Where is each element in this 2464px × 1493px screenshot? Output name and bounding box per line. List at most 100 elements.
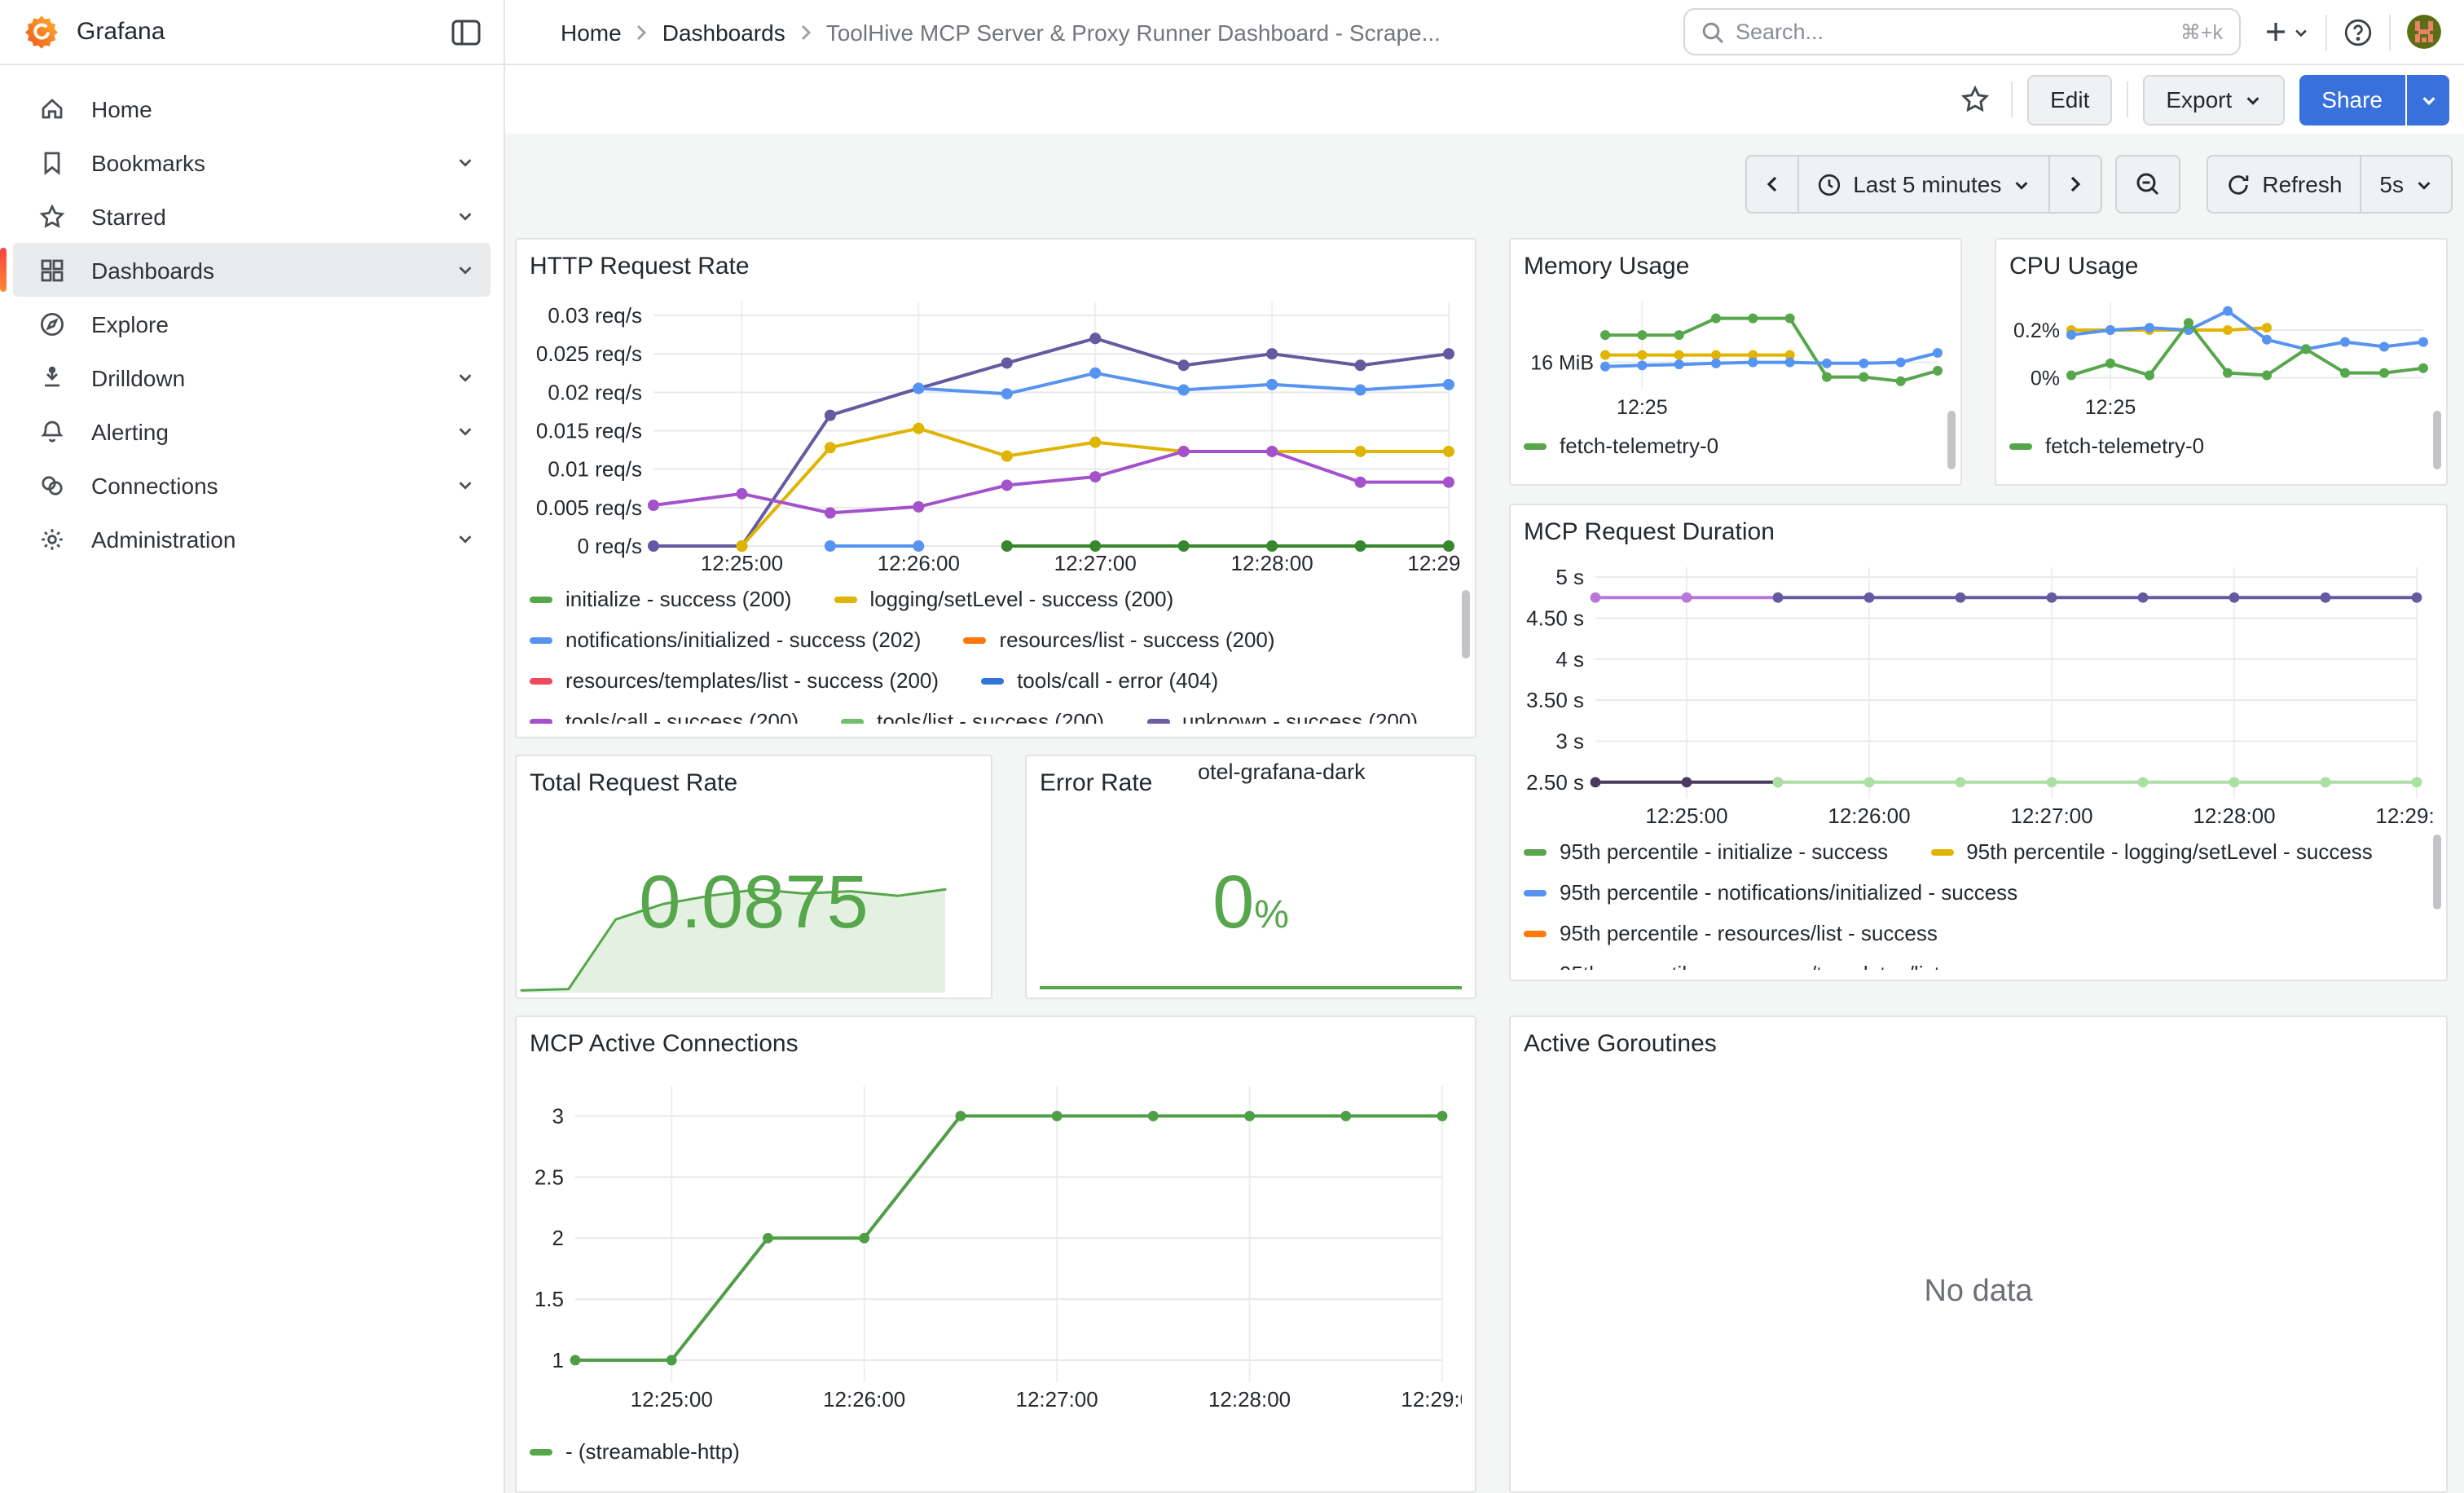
legend-item[interactable]: resources/list - success (200) <box>963 628 1274 652</box>
legend-swatch <box>530 1448 552 1455</box>
sidebar-item-explore[interactable]: Explore <box>13 297 491 350</box>
user-avatar[interactable] <box>2407 15 2441 49</box>
grafana-logo[interactable] <box>24 15 59 49</box>
panel-title[interactable]: Total Request Rate <box>530 769 978 808</box>
svg-text:12:25:00: 12:25:00 <box>1645 804 1727 828</box>
chevron-down-icon[interactable] <box>456 153 474 171</box>
chevron-down-icon <box>2419 90 2437 108</box>
legend-item[interactable]: fetch-telemetry-0 <box>2009 434 2204 458</box>
refresh-button[interactable]: Refresh <box>2208 156 2361 212</box>
legend-item[interactable]: logging/setLevel - success (200) <box>834 587 1173 611</box>
breadcrumb-dashboards[interactable]: Dashboards <box>662 19 785 45</box>
scrollbar-thumb[interactable] <box>2433 835 2441 909</box>
sidebar-item-starred[interactable]: Starred <box>13 189 491 243</box>
legend-item[interactable]: 95th percentile - logging/setLevel - suc… <box>1930 839 2373 864</box>
share-dropdown-button[interactable] <box>2407 74 2449 125</box>
compass-icon <box>39 310 65 337</box>
scrollbar-thumb[interactable] <box>1947 411 1956 469</box>
zoom-out-button[interactable] <box>2117 156 2179 212</box>
legend-label: unknown - success (200) <box>1182 709 1418 724</box>
nav-icons <box>2241 14 2464 50</box>
panel-title[interactable]: Active Goroutines <box>1524 1030 2433 1069</box>
search-input[interactable]: Search... ⌘+k <box>1683 8 2241 55</box>
chevron-down-icon[interactable] <box>456 207 474 225</box>
svg-text:12:29:00: 12:29:00 <box>2375 804 2433 828</box>
legend-item[interactable]: resources/templates/list - success (200) <box>530 668 939 693</box>
refresh-interval-dropdown[interactable]: 5s <box>2361 156 2451 212</box>
favorite-star-button[interactable] <box>1954 78 1996 121</box>
legend-item[interactable]: notifications/initialized - success (202… <box>530 628 921 652</box>
breadcrumb-home[interactable]: Home <box>561 19 622 45</box>
chevron-down-icon[interactable] <box>456 530 474 548</box>
sidebar-item-label: Administration <box>91 526 456 552</box>
scrollbar-thumb[interactable] <box>2433 411 2441 469</box>
chevron-down-icon[interactable] <box>456 422 474 440</box>
svg-text:3 s: 3 s <box>1555 729 1584 754</box>
http-request-rate-chart[interactable]: 0 req/s0.005 req/s0.01 req/s0.015 req/s0… <box>530 292 1462 579</box>
chevron-down-icon[interactable] <box>456 261 474 279</box>
panel-title[interactable]: MCP Request Duration <box>1524 518 2433 557</box>
add-button[interactable] <box>2264 20 2309 44</box>
mcp-request-duration-chart[interactable]: 2.50 s3 s3.50 s4 s4.50 s5 s12:25:0012:26… <box>1524 557 2433 831</box>
stat-unit: % <box>1254 893 1289 937</box>
sidebar-item-home[interactable]: Home <box>13 81 491 135</box>
sidebar-item-administration[interactable]: Administration <box>13 512 491 566</box>
svg-text:12:27:00: 12:27:00 <box>2010 804 2092 828</box>
svg-text:12:25:00: 12:25:00 <box>631 1387 713 1412</box>
help-button[interactable] <box>2343 17 2373 46</box>
legend-item[interactable]: 95th percentile - initialize - success <box>1524 839 1888 864</box>
sidebar-item-label: Explore <box>91 310 474 337</box>
stat-number: 0 <box>1212 859 1254 944</box>
legend-label: logging/setLevel - success (200) <box>869 587 1173 611</box>
legend-item[interactable]: 95th percentile - notifications/initiali… <box>1524 880 2017 905</box>
dock-menu-icon[interactable] <box>451 19 481 45</box>
grafana-app: Grafana Home Dashboards ToolHive MCP Ser… <box>0 0 2464 1493</box>
panel-legend: fetch-telemetry-0 <box>2009 416 2433 461</box>
panel-title[interactable]: MCP Active Connections <box>530 1030 1462 1069</box>
sidebar-item-drilldown[interactable]: Drilldown <box>13 350 491 404</box>
legend-item[interactable]: unknown - success (200) <box>1146 709 1418 724</box>
mcp-active-connections-chart[interactable]: 11.522.5312:25:0012:26:0012:27:0012:28:0… <box>530 1069 1462 1418</box>
time-shift-back-button[interactable] <box>1747 156 1799 212</box>
share-button[interactable]: Share <box>2299 74 2405 125</box>
sidebar-item-connections[interactable]: Connections <box>13 458 491 512</box>
legend-item[interactable]: 95th percentile - resources/list - succe… <box>1524 921 1938 945</box>
legend-item[interactable]: fetch-telemetry-0 <box>1524 434 1718 458</box>
scrollbar-thumb[interactable] <box>1462 590 1470 658</box>
search-icon <box>1701 20 1724 43</box>
chevron-down-icon <box>2415 175 2433 193</box>
export-button[interactable]: Export <box>2143 74 2284 125</box>
legend-swatch <box>530 596 552 602</box>
chevron-down-icon[interactable] <box>456 476 474 494</box>
svg-text:3: 3 <box>552 1103 564 1128</box>
sidebar-item-alerting[interactable]: Alerting <box>13 404 491 458</box>
chevron-down-icon <box>2013 175 2031 193</box>
svg-text:0.025 req/s: 0.025 req/s <box>536 341 642 366</box>
time-range-picker[interactable]: Last 5 minutes <box>1799 156 2050 212</box>
panel-title[interactable]: Memory Usage <box>1524 253 1947 292</box>
legend-item[interactable]: initialize - success (200) <box>530 587 791 611</box>
panel-title[interactable]: HTTP Request Rate <box>530 253 1462 292</box>
dashboards-icon <box>39 257 65 283</box>
brand-name: Grafana <box>77 18 165 46</box>
legend-item[interactable]: tools/call - success (200) <box>530 709 799 724</box>
legend-item[interactable]: - (streamable-http) <box>530 1439 740 1464</box>
time-shift-forward-button[interactable] <box>2050 156 2101 212</box>
sidebar-item-dashboards[interactable]: Dashboards <box>13 243 491 297</box>
svg-text:12:25:00: 12:25:00 <box>701 551 783 575</box>
legend-item[interactable]: tools/call - error (404) <box>981 668 1218 693</box>
cpu-usage-chart[interactable]: 0.2%0%12:25 <box>2009 292 2433 416</box>
svg-text:4 s: 4 s <box>1555 647 1584 672</box>
legend-item[interactable]: 95th percentile - resources/templates/li… <box>1524 962 2035 970</box>
sidebar-item-bookmarks[interactable]: Bookmarks <box>13 135 491 189</box>
legend-label: resources/templates/list - success (200) <box>565 668 939 693</box>
legend-label: resources/list - success (200) <box>999 628 1274 652</box>
legend-item[interactable]: tools/list - success (200) <box>841 709 1104 724</box>
edit-button[interactable]: Edit <box>2027 74 2112 125</box>
sidebar-item-label: Starred <box>91 203 456 229</box>
panel-title[interactable]: CPU Usage <box>2009 253 2433 292</box>
svg-text:12:25: 12:25 <box>1617 396 1668 416</box>
legend-label: - (streamable-http) <box>565 1439 740 1464</box>
memory-usage-chart[interactable]: 16 MiB12:25 <box>1524 292 1947 416</box>
chevron-down-icon[interactable] <box>456 368 474 386</box>
